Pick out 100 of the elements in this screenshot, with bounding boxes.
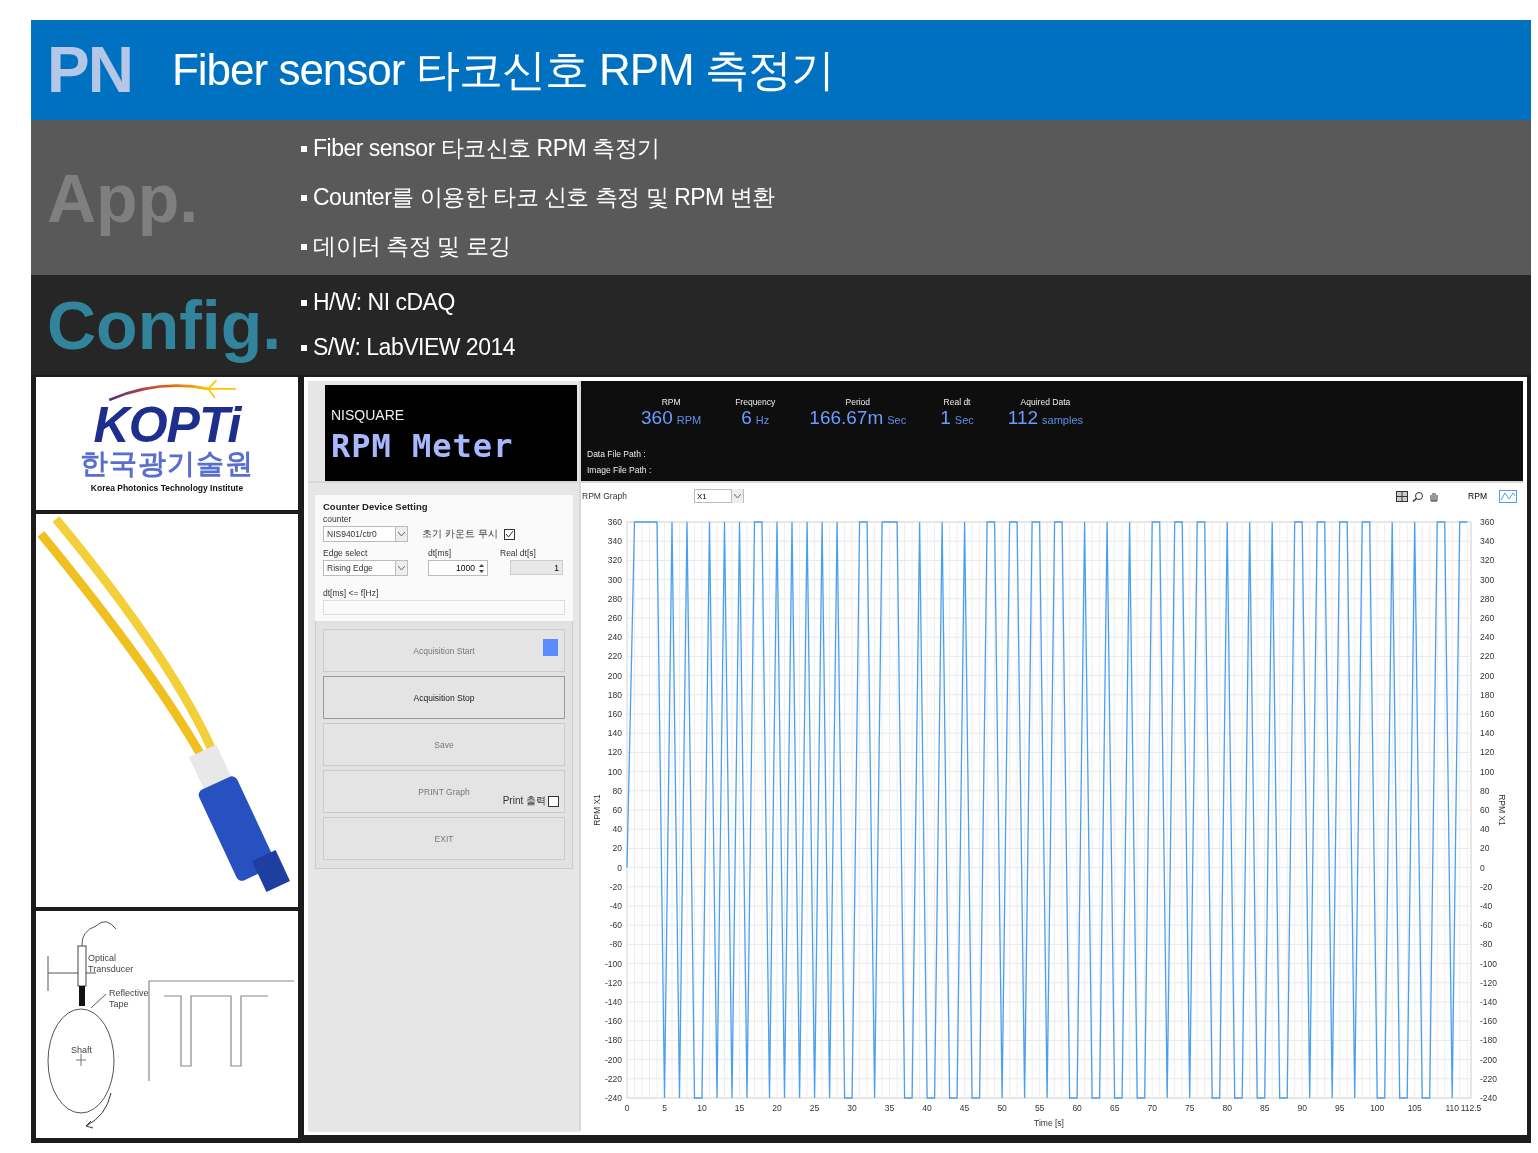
y-tick-label: 80 (612, 785, 622, 796)
readout-value: 360 (641, 407, 673, 429)
y-tick-label: -220 (1480, 1073, 1497, 1084)
y-tick-label: 200 (607, 670, 622, 681)
y-tick-label: 20 (1480, 843, 1490, 854)
y-tick-label: -100 (605, 958, 622, 969)
y-tick-label: 100 (607, 766, 622, 777)
y-tick-label: 60 (1480, 805, 1490, 815)
bullet-text: 데이터 측정 및 로깅 (313, 232, 511, 261)
settings-title: Counter Device Setting (323, 501, 429, 512)
file-path-label: Image File Path : (587, 465, 653, 475)
bullet-icon (301, 194, 307, 201)
diagram-label: Reflective Tape (109, 988, 150, 1010)
bullet-text: S/W: LabVIEW 2014 (313, 334, 515, 361)
x-axis-title: Time [s] (1034, 1118, 1064, 1128)
y-tick-label: 360 (1480, 517, 1495, 527)
slide-title: Fiber sensor 타코신호 RPM 측정기 (171, 43, 834, 96)
y-tick-label: 240 (607, 632, 622, 643)
dt-input-field[interactable]: 1000 (428, 560, 488, 576)
y-tick-label: 20 (612, 843, 622, 854)
y-tick-label: 140 (1480, 728, 1495, 739)
brand-name: NISQUARE (331, 407, 406, 423)
x-tick-label: 35 (884, 1103, 895, 1113)
x-tick-label: 45 (959, 1103, 970, 1113)
y-tick-label: 360 (607, 517, 622, 527)
x-tick-label: 105 (1407, 1103, 1422, 1113)
bullet-text: Counter를 이용한 타코 신호 측정 및 RPM 변환 (313, 183, 775, 212)
x-tick-label: 80 (1222, 1103, 1232, 1113)
readout-value: 1 (940, 407, 951, 429)
bullet-icon (301, 145, 307, 152)
y-tick-label: -200 (605, 1054, 622, 1065)
readout-unit: RPM (676, 414, 702, 426)
y-tick-label: 80 (1480, 785, 1490, 796)
x-tick-label: 95 (1335, 1103, 1345, 1113)
field-label: Edge select (323, 548, 369, 558)
x-tick-label: 55 (1034, 1103, 1045, 1113)
y-tick-label: 120 (1480, 747, 1495, 758)
spinner-icon[interactable] (478, 562, 485, 574)
readout-value: 166.67m (809, 407, 884, 429)
y-tick-label: 320 (607, 555, 622, 566)
field-label: counter (323, 514, 353, 524)
legend-line-icon (1499, 489, 1517, 503)
y-tick-label: 180 (607, 689, 622, 700)
y-tick-label: 40 (1480, 824, 1490, 835)
y-tick-label: -80 (1480, 939, 1493, 950)
pan-hand-icon[interactable] (1428, 490, 1441, 502)
x-tick-label: 85 (1259, 1103, 1270, 1113)
readout-label: Period (845, 397, 871, 407)
y-tick-label: -140 (1480, 997, 1497, 1007)
x-tick-label: 25 (809, 1103, 820, 1113)
y-tick-label: 280 (607, 593, 622, 604)
readout-unit: Sec (887, 414, 907, 426)
x-tick-label: 20 (772, 1103, 782, 1113)
y-tick-label: -40 (609, 901, 622, 911)
y-tick-label: -20 (609, 881, 622, 892)
y-tick-label: 60 (612, 805, 622, 815)
checkbox-label: 초기 카운트 무시 (422, 527, 498, 541)
y-tick-label: -60 (1480, 920, 1493, 931)
x-tick-label: 30 (847, 1103, 857, 1113)
y-tick-label: -40 (1480, 901, 1493, 911)
y-tick-label: 180 (1480, 689, 1495, 700)
section-heading: Config. (46, 286, 283, 364)
y-tick-label: -180 (1480, 1035, 1497, 1046)
y-tick-label: 240 (1480, 632, 1495, 643)
y-tick-label: 280 (1480, 593, 1495, 604)
zoom-icon[interactable] (1412, 490, 1425, 502)
x-tick-label: 75 (1184, 1103, 1195, 1113)
y-tick-label: -100 (1480, 958, 1497, 969)
field-label: Real dt[s] (500, 548, 537, 558)
readout-label: Frequency (735, 397, 776, 407)
y-tick-label: 340 (607, 536, 622, 547)
ignore-count-checkbox[interactable] (503, 528, 515, 540)
logo-wordmark: KOPTi (93, 401, 241, 449)
readout-unit: Sec (954, 414, 974, 426)
file-path-label: Data File Path : (587, 449, 647, 459)
bullet-icon (301, 344, 307, 351)
bullet-icon (301, 243, 307, 250)
cursor-tool-icon[interactable] (1396, 490, 1409, 502)
y-axis-title: RPM X1 (592, 794, 602, 826)
x-tick-label: 100 (1370, 1103, 1385, 1113)
scale-dropdown[interactable]: X1 (694, 489, 744, 503)
action-button[interactable]: Acquisition Stop (323, 676, 565, 719)
y-tick-label: -240 (605, 1093, 622, 1103)
x-tick-label: 112.5 (1460, 1103, 1482, 1113)
y-tick-label: 40 (612, 824, 622, 835)
x-tick-label: 90 (1297, 1103, 1307, 1113)
edge-dropdown[interactable]: Rising Edge (323, 560, 408, 576)
x-tick-label: 110 (1445, 1103, 1460, 1113)
x-tick-label: 60 (1072, 1103, 1082, 1113)
x-tick-label: 5 (662, 1103, 667, 1113)
y-tick-label: 0 (1480, 862, 1485, 873)
readout-label: Real dt (943, 397, 971, 407)
counter-dropdown[interactable]: NIS9401/ctr0 (323, 526, 408, 542)
bullet-icon (301, 299, 307, 306)
logo-english-text: Korea Photonics Technology Institute (90, 483, 244, 493)
readout-unit: samples (1042, 414, 1084, 426)
y-tick-label: -120 (605, 977, 622, 988)
app-title: RPM Meter (331, 427, 515, 465)
field-label: dt[ms] <= f[Hz] (323, 588, 380, 598)
y-axis-title: RPM X1 (1497, 794, 1507, 826)
